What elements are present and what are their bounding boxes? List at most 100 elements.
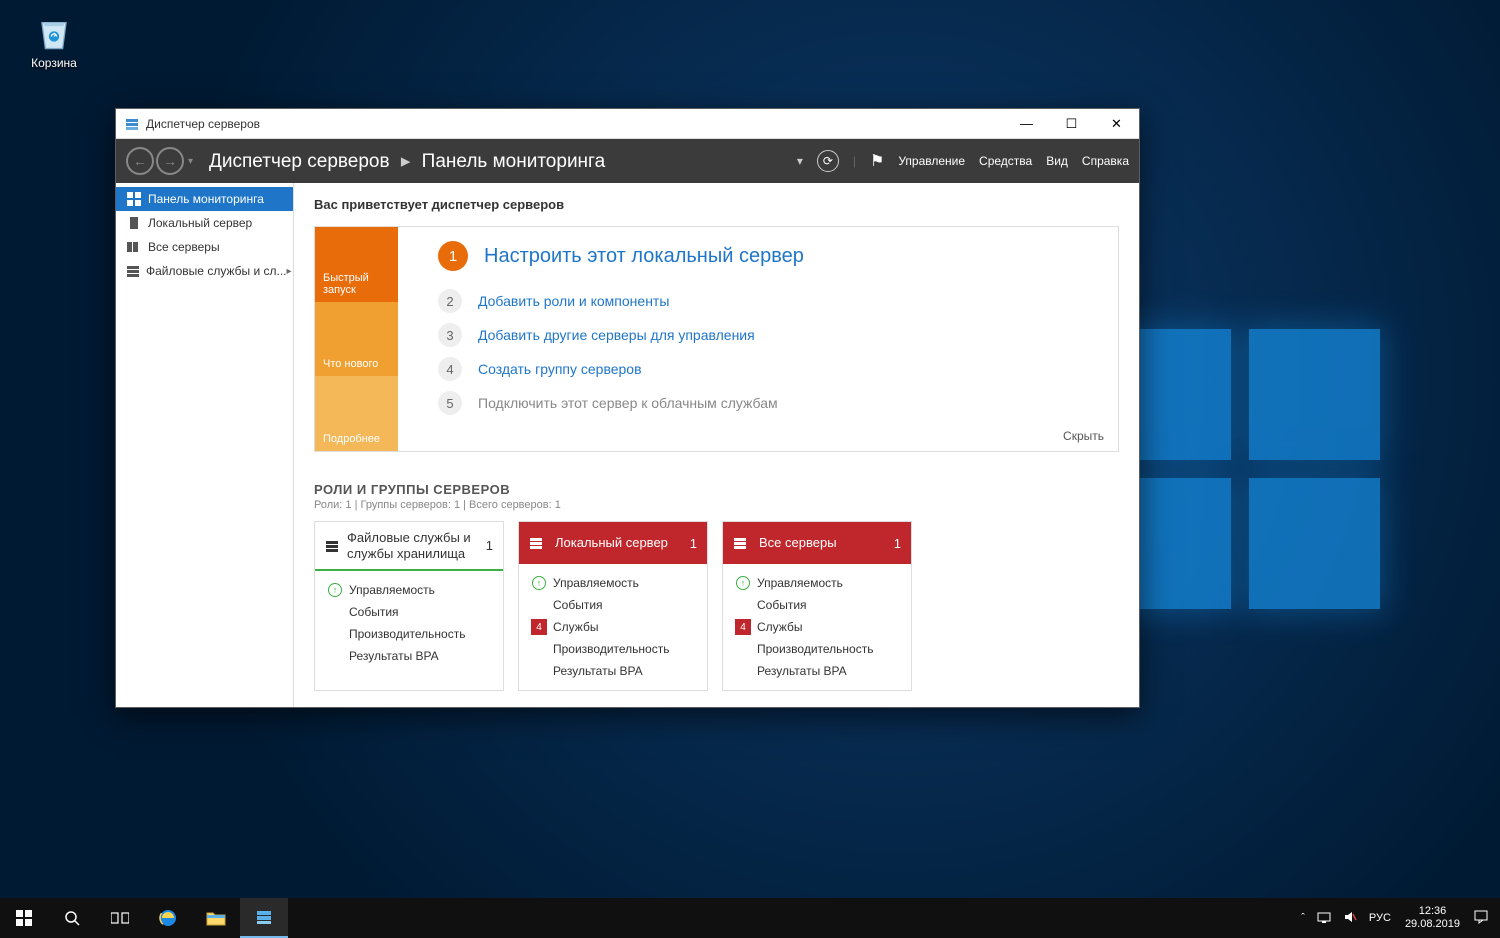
window-title: Диспетчер серверов [146, 117, 260, 131]
tile-title: Локальный сервер [555, 535, 668, 551]
breadcrumb: Диспетчер серверов ▸ Панель мониторинга [209, 150, 605, 173]
tile-row[interactable]: 4Службы [733, 616, 901, 638]
menu-view[interactable]: Вид [1046, 154, 1068, 168]
tile-body: ↑УправляемостьСобытия Производительность Р… [315, 571, 503, 675]
menu-tools[interactable]: Средства [979, 154, 1032, 168]
status-ok-icon: ↑ [325, 583, 345, 597]
step-number: 4 [438, 357, 462, 381]
tile-icon [325, 539, 339, 553]
step-number: 3 [438, 323, 462, 347]
tile-row-label: Результаты BPA [553, 664, 643, 678]
menu-manage[interactable]: Управление [898, 154, 965, 168]
tab-whats-new[interactable]: Что нового [315, 302, 398, 377]
welcome-title: Вас приветствует диспетчер серверов [314, 197, 1119, 212]
navbar: ← → ▾ Диспетчер серверов ▸ Панель монито… [116, 139, 1139, 183]
hide-link[interactable]: Скрыть [1063, 429, 1104, 443]
tab-learn-more[interactable]: Подробнее [315, 376, 398, 451]
tile-row[interactable]: События [529, 594, 697, 616]
step-create-group[interactable]: 4 Создать группу серверов [438, 357, 1092, 381]
step-label: Добавить роли и компоненты [478, 293, 669, 309]
tray-chevron-up-icon[interactable]: ˆ [1295, 912, 1311, 924]
taskbar-search-button[interactable] [48, 898, 96, 938]
step-configure-local-server[interactable]: 1 Настроить этот локальный сервер [438, 241, 1092, 271]
tab-quick-start[interactable]: Быстрый запуск [315, 227, 398, 302]
tile-row[interactable]: Результаты BPA [529, 660, 697, 682]
tile-body: ↑ Управляемость События 4Службы Производител… [723, 564, 911, 690]
tile-row-label: Службы [553, 620, 598, 634]
nav-history-dropdown[interactable]: ▾ [188, 156, 193, 167]
server-icon [126, 215, 142, 231]
roles-section-subtitle: Роли: 1 | Группы серверов: 1 | Всего сер… [314, 499, 1119, 511]
tile-count: 1 [486, 538, 493, 553]
servers-icon [126, 239, 142, 255]
tiles-row: Файловые службы и службы хранилища1↑Упра… [314, 521, 1119, 691]
recycle-bin-icon [33, 14, 75, 52]
sidebar-item-label: Файловые службы и сл... [146, 264, 287, 278]
sidebar-item-file-services[interactable]: Файловые службы и сл... ▸ [116, 259, 293, 283]
tile-count: 1 [894, 536, 901, 551]
window-minimize-button[interactable]: — [1004, 109, 1049, 139]
breadcrumb-root[interactable]: Диспетчер серверов [209, 151, 390, 172]
step-add-servers[interactable]: 3 Добавить другие серверы для управления [438, 323, 1092, 347]
tile-header[interactable]: Файловые службы и службы хранилища1 [315, 522, 503, 571]
tile-row-label: Производительность [757, 642, 873, 656]
tile-count: 1 [690, 536, 697, 551]
tile-row-label: События [757, 598, 807, 612]
server-manager-window: Диспетчер серверов — ☐ ✕ ← → ▾ Диспетчер… [115, 108, 1140, 708]
step-number: 5 [438, 391, 462, 415]
tray-action-center-button[interactable] [1468, 910, 1494, 927]
tile-row[interactable]: ↑ Управляемость [733, 572, 901, 594]
menu-help[interactable]: Справка [1082, 154, 1129, 168]
windows-logo-watermark [1100, 329, 1380, 609]
tile-row[interactable]: Производительность [733, 638, 901, 660]
tile-row-label: Результаты BPA [757, 664, 847, 678]
sidebar-item-local-server[interactable]: Локальный сервер [116, 211, 293, 235]
tile-row[interactable]: 4Службы [529, 616, 697, 638]
taskbar-ie-button[interactable] [144, 898, 192, 938]
notifications-flag-icon[interactable]: ⚑ [870, 151, 884, 171]
app-icon [124, 116, 140, 132]
tile-row[interactable]: События [325, 601, 493, 623]
tile-row-label: Результаты BPA [349, 649, 439, 663]
titlebar[interactable]: Диспетчер серверов — ☐ ✕ [116, 109, 1139, 139]
refresh-button[interactable]: ⟳ [817, 150, 839, 172]
sidebar-item-label: Локальный сервер [148, 216, 252, 230]
tile-row-label: Управляемость [757, 576, 843, 590]
nav-back-button[interactable]: ← [126, 147, 154, 175]
tray-volume-icon[interactable] [1337, 910, 1363, 927]
sidebar-item-dashboard[interactable]: Панель мониторинга [116, 187, 293, 211]
tile-header[interactable]: Локальный сервер 1 [519, 522, 707, 564]
step-connect-cloud[interactable]: 5 Подключить этот сервер к облачным служ… [438, 391, 1092, 415]
roles-section-title: РОЛИ И ГРУППЫ СЕРВЕРОВ [314, 482, 1119, 497]
tray-clock[interactable]: 12:36 29.08.2019 [1397, 905, 1468, 931]
tile-row[interactable]: События [733, 594, 901, 616]
role-tile[interactable]: Все серверы1 ↑ Управляемость События 4Службы… [722, 521, 912, 691]
desktop-icon-recycle-bin[interactable]: Корзина [18, 14, 90, 70]
taskbar-server-manager-button[interactable] [240, 898, 288, 938]
tile-row[interactable]: Производительность [325, 623, 493, 645]
tile-row[interactable]: ↑Управляемость [529, 572, 697, 594]
tray-language-indicator[interactable]: РУС [1363, 912, 1397, 924]
status-ok-icon: ↑ [733, 576, 753, 590]
step-add-roles[interactable]: 2 Добавить роли и компоненты [438, 289, 1092, 313]
taskbar-taskview-button[interactable] [96, 898, 144, 938]
nav-dropdown-indicator[interactable]: ▾ [797, 154, 803, 168]
start-button[interactable] [0, 898, 48, 938]
step-label: Создать группу серверов [478, 361, 642, 377]
status-ok-icon: ↑ [529, 576, 549, 590]
nav-forward-button[interactable]: → [156, 147, 184, 175]
tile-row[interactable]: Результаты BPA [733, 660, 901, 682]
window-maximize-button[interactable]: ☐ [1049, 109, 1094, 139]
tile-header[interactable]: Все серверы1 [723, 522, 911, 564]
tile-row[interactable]: Результаты BPA [325, 645, 493, 667]
role-tile[interactable]: Файловые службы и службы хранилища1↑Упра… [314, 521, 504, 691]
dashboard-icon [126, 191, 142, 207]
window-close-button[interactable]: ✕ [1094, 109, 1139, 139]
role-tile[interactable]: Локальный сервер 1 ↑УправляемостьСобытия4С… [518, 521, 708, 691]
tray-network-icon[interactable] [1311, 910, 1337, 927]
taskbar-explorer-button[interactable] [192, 898, 240, 938]
sidebar-item-all-servers[interactable]: Все серверы [116, 235, 293, 259]
tile-row[interactable]: Производительность [529, 638, 697, 660]
tile-row[interactable]: ↑Управляемость [325, 579, 493, 601]
tile-row-label: Производительность [349, 627, 465, 641]
